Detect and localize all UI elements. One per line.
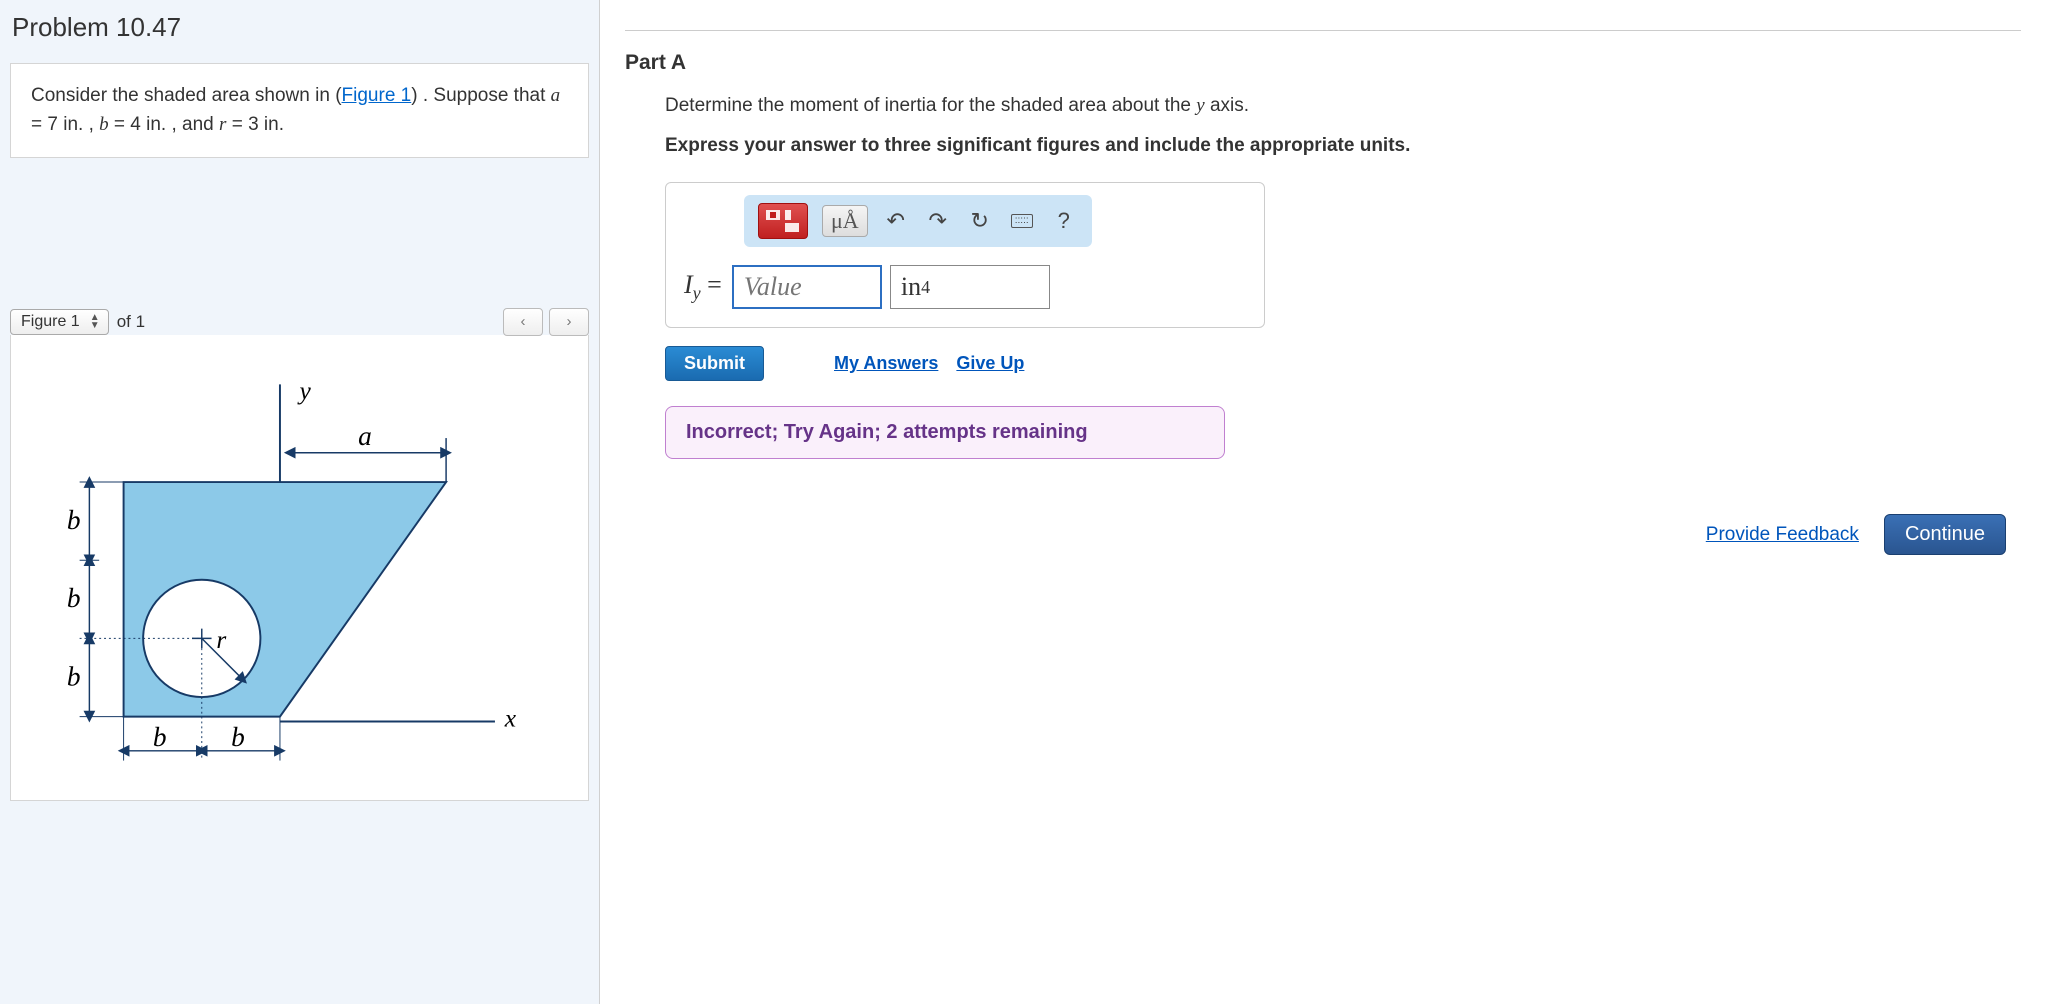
val-a: = 7 in. , [31,114,99,135]
keyboard-icon[interactable]: ::::: [1008,205,1036,237]
unit-input[interactable]: in4 [890,265,1050,309]
dim-b4-label: b [153,722,167,752]
intro-pre: Consider the shaded area shown in ( [31,85,342,106]
reset-icon[interactable]: ↻ [966,205,994,237]
axis-y-label: y [297,377,312,405]
instruction-text: Express your answer to three significant… [665,135,2021,157]
chevron-updown-icon: ▲▼ [90,314,100,330]
undo-icon[interactable]: ↶ [882,205,910,237]
answer-container: μÅ ↶ ↷ ↻ ::::: ? Iy = in4 [665,182,1265,328]
divider [625,30,2021,31]
figure-next-button[interactable]: › [549,308,589,336]
intro-post: ) . Suppose that [411,85,550,106]
provide-feedback-link[interactable]: Provide Feedback [1706,524,1859,546]
lhs-equals: = [701,270,722,299]
dim-b3-label: b [67,661,81,691]
question-text: Determine the moment of inertia for the … [665,95,2021,117]
dim-a-label: a [358,421,372,451]
figure-selector-label: Figure 1 [21,313,80,330]
redo-icon[interactable]: ↷ [924,205,952,237]
problem-title: Problem 10.47 [12,12,589,43]
templates-icon[interactable] [758,203,808,239]
value-input[interactable] [732,265,882,309]
val-b: = 4 in. , and [109,114,219,135]
figure-prev-button[interactable]: ‹ [503,308,543,336]
val-r: = 3 in. [226,114,284,135]
figure-link[interactable]: Figure 1 [342,85,412,106]
figure-selector[interactable]: Figure 1 ▲▼ [10,309,109,335]
answer-toolbar: μÅ ↶ ↷ ↻ ::::: ? [744,195,1092,247]
feedback-message: Incorrect; Try Again; 2 attempts remaini… [665,406,1225,459]
answer-lhs: Iy = [684,270,722,304]
dim-r-label: r [216,626,226,654]
var-b: b [99,114,109,135]
figure-canvas: y x a b b b [10,335,589,801]
my-answers-link[interactable]: My Answers [834,353,938,374]
help-icon[interactable]: ? [1050,205,1078,237]
question-pre: Determine the moment of inertia for the … [665,95,1196,116]
figure-count: of 1 [117,312,145,332]
lhs-sub: y [693,283,701,303]
unit-exp: 4 [921,277,930,298]
dim-b1-label: b [67,505,81,535]
question-post: axis. [1205,95,1249,116]
question-var: y [1196,95,1204,116]
part-title: Part A [625,51,2021,75]
dim-b2-label: b [67,583,81,613]
unit-base: in [901,272,921,302]
special-chars-button[interactable]: μÅ [822,205,868,237]
problem-statement: Consider the shaded area shown in (Figur… [10,63,589,158]
give-up-link[interactable]: Give Up [956,353,1024,374]
var-a: a [551,85,561,106]
dim-b5-label: b [231,722,245,752]
lhs-var: I [684,270,693,299]
continue-button[interactable]: Continue [1884,514,2006,555]
axis-x-label: x [504,704,517,732]
submit-button[interactable]: Submit [665,346,764,381]
